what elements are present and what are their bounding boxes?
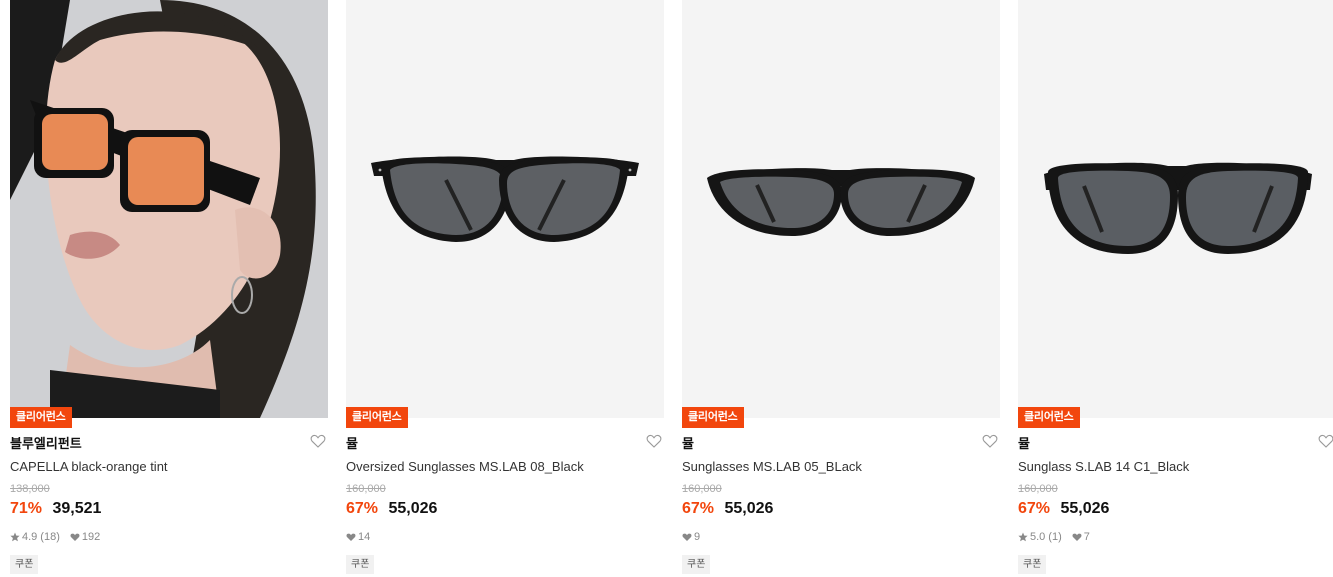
product-grid: 클리어런스 블루엘리펀트 CAPELLA black-orange tint 1…	[0, 0, 1333, 577]
wishlist-button[interactable]	[982, 433, 998, 449]
heart-icon	[70, 532, 80, 542]
star-icon	[1018, 532, 1028, 542]
heart-icon	[682, 532, 692, 542]
product-card[interactable]: 클리어런스 블루엘리펀트 CAPELLA black-orange tint 1…	[10, 0, 328, 577]
sale-price: 39,521	[52, 500, 102, 517]
discount-rate: 67%	[1018, 500, 1051, 517]
sunglasses-image	[682, 0, 1000, 418]
clearance-badge: 클리어런스	[1018, 407, 1080, 428]
discount-rate: 67%	[346, 500, 379, 517]
sunglasses-image	[346, 0, 664, 418]
sale-price: 55,026	[388, 500, 438, 517]
sunglasses-image	[1018, 0, 1333, 418]
heart-outline-icon	[310, 434, 326, 448]
discount-rate: 71%	[10, 500, 43, 517]
price-row: 67% 55,026	[682, 500, 773, 518]
product-card[interactable]: 클리어런스 뮬 Sunglass S.LAB 14 C1_Black 160,0…	[1018, 0, 1333, 577]
price-row: 67% 55,026	[346, 500, 437, 518]
wishlist-button[interactable]	[1318, 433, 1333, 449]
coupon-tag: 쿠폰	[10, 555, 39, 574]
likes-group: 192	[70, 531, 100, 543]
brand-name[interactable]: 뮬	[1018, 433, 1030, 452]
heart-icon	[1072, 532, 1082, 542]
product-name[interactable]: CAPELLA black-orange tint	[10, 459, 168, 474]
product-meta: 4.9 (18) 192	[10, 531, 110, 543]
brand-name[interactable]: 뮬	[682, 433, 694, 452]
product-image[interactable]	[1018, 0, 1333, 418]
rating-value: 4.9	[22, 531, 38, 543]
original-price: 160,000	[1018, 483, 1058, 495]
rating-group: 5.0 (1)	[1018, 531, 1062, 543]
product-image[interactable]	[10, 0, 328, 418]
price-row: 71% 39,521	[10, 500, 101, 518]
star-icon	[10, 532, 20, 542]
likes-count: 14	[358, 531, 371, 543]
brand-name[interactable]: 블루엘리펀트	[10, 433, 82, 452]
wishlist-button[interactable]	[646, 433, 662, 449]
brand-name[interactable]: 뮬	[346, 433, 358, 452]
rating-group: 4.9 (18)	[10, 531, 60, 543]
original-price: 160,000	[346, 483, 386, 495]
product-meta: 5.0 (1) 7	[1018, 531, 1100, 543]
heart-outline-icon	[1318, 434, 1333, 448]
coupon-tag: 쿠폰	[346, 555, 375, 574]
clearance-badge: 클리어런스	[10, 407, 72, 428]
product-meta: 14	[346, 531, 380, 543]
review-count: (1)	[1048, 531, 1062, 543]
heart-outline-icon	[982, 434, 998, 448]
discount-rate: 67%	[682, 500, 715, 517]
price-row: 67% 55,026	[1018, 500, 1109, 518]
product-name[interactable]: Oversized Sunglasses MS.LAB 08_Black	[346, 459, 584, 474]
likes-group: 14	[346, 531, 370, 543]
product-image[interactable]	[346, 0, 664, 418]
original-price: 160,000	[682, 483, 722, 495]
original-price: 138,000	[10, 483, 50, 495]
product-name[interactable]: Sunglasses MS.LAB 05_BLack	[682, 459, 862, 474]
likes-group: 9	[682, 531, 700, 543]
product-card[interactable]: 클리어런스 뮬 Oversized Sunglasses MS.LAB 08_B…	[346, 0, 664, 577]
coupon-tag: 쿠폰	[682, 555, 711, 574]
sale-price: 55,026	[724, 500, 774, 517]
model-photo	[10, 0, 328, 418]
review-count: (18)	[40, 531, 60, 543]
likes-count: 192	[81, 531, 101, 543]
product-name[interactable]: Sunglass S.LAB 14 C1_Black	[1018, 459, 1189, 474]
clearance-badge: 클리어런스	[346, 407, 408, 428]
wishlist-button[interactable]	[310, 433, 326, 449]
likes-count: 9	[694, 531, 701, 543]
likes-count: 7	[1083, 531, 1090, 543]
product-meta: 9	[682, 531, 710, 543]
product-image[interactable]	[682, 0, 1000, 418]
clearance-badge: 클리어런스	[682, 407, 744, 428]
product-card[interactable]: 클리어런스 뮬 Sunglasses MS.LAB 05_BLack 160,0…	[682, 0, 1000, 577]
sale-price: 55,026	[1060, 500, 1110, 517]
likes-group: 7	[1072, 531, 1090, 543]
rating-value: 5.0	[1030, 531, 1046, 543]
coupon-tag: 쿠폰	[1018, 555, 1047, 574]
heart-outline-icon	[646, 434, 662, 448]
heart-icon	[346, 532, 356, 542]
